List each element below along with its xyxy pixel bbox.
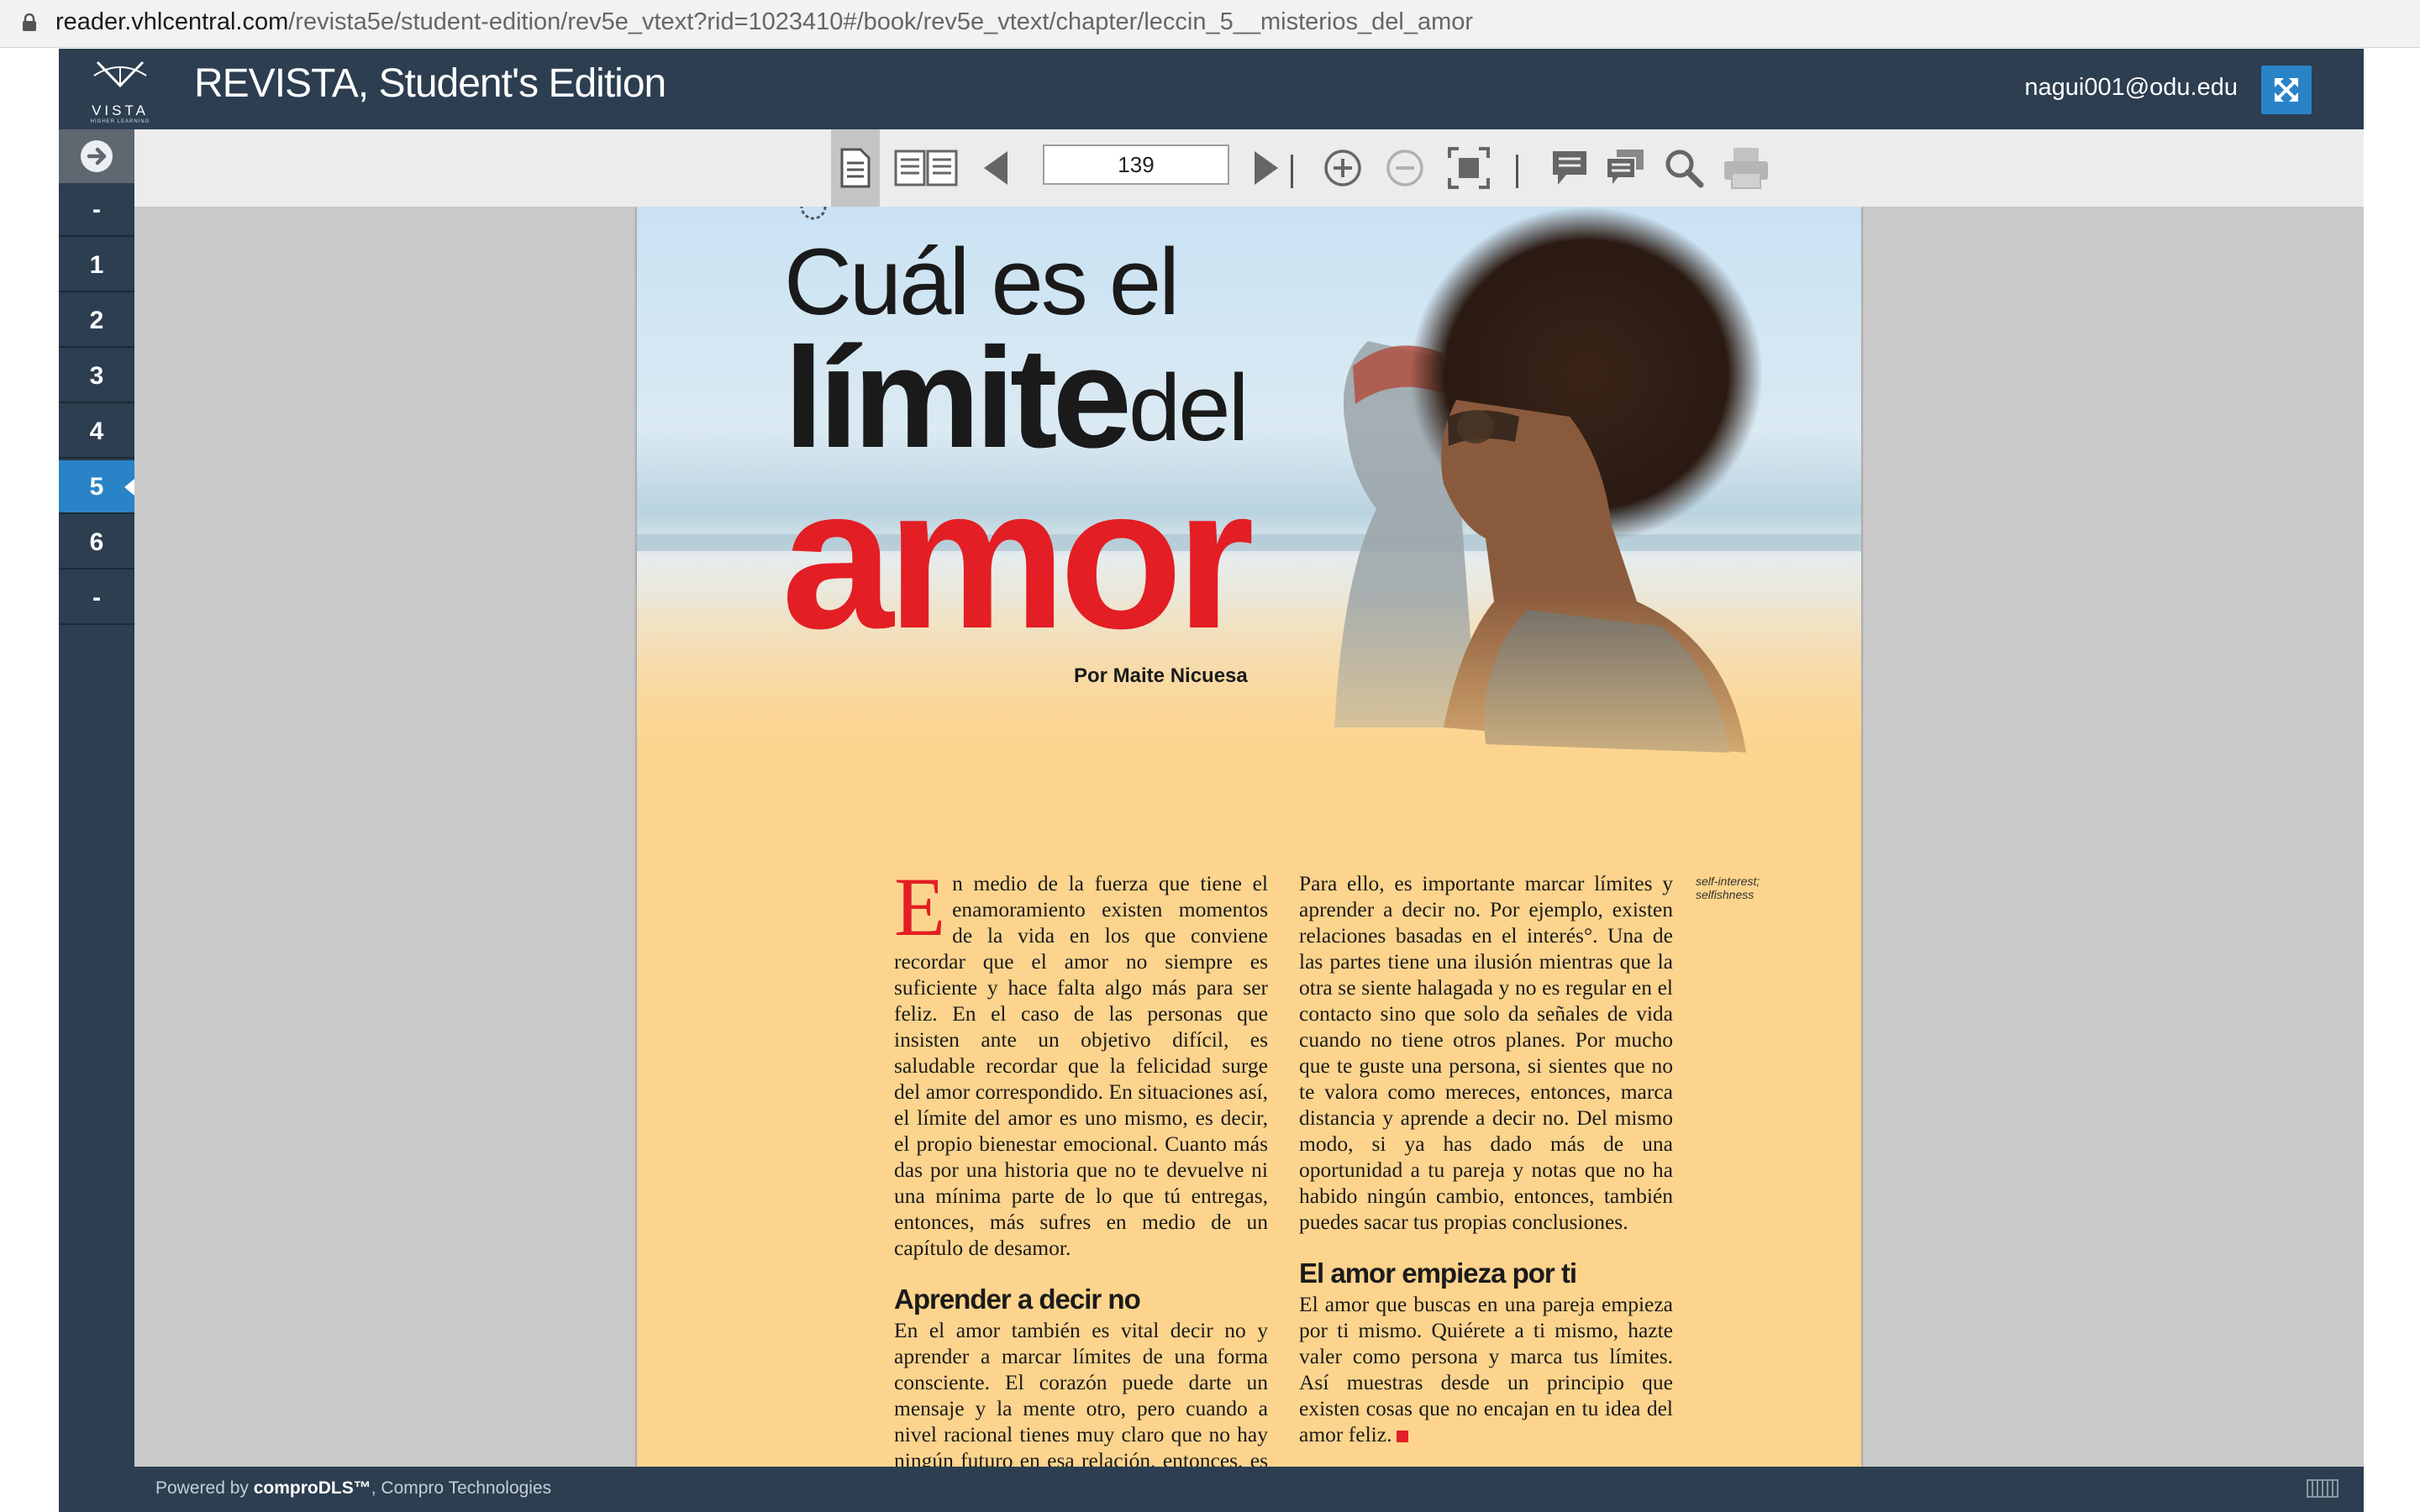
zoom-in-icon [1324,150,1361,186]
glossary-note: self-interest; selfishness [1696,874,1760,901]
article-column-1: En medio de la fuerza que tiene el enamo… [894,860,1268,1467]
logo-tagline: HIGHER LEARNING [90,119,150,124]
url-path: /revista5e/student-edition/rev5e_vtext?r… [288,8,1474,35]
paragraph: Para ello, es importante marcar límites … [1299,871,1673,1234]
powered-prefix: Powered by [155,1478,254,1498]
print-button[interactable] [1719,129,1773,207]
prev-page-icon [984,151,1007,185]
app-header: VISTA HIGHER LEARNING REVISTA, Student's… [59,49,2364,129]
chapter-item-1[interactable]: 1 [59,239,134,292]
toolbar-separator [1291,155,1293,188]
section-heading: Aprender a decir no [894,1284,1141,1315]
arrow-right-circle-icon [81,140,113,172]
notes-list-icon [1606,150,1644,188]
previous-page-button[interactable] [975,129,1017,207]
double-page-icon [894,150,958,186]
fullscreen-icon [2275,78,2298,102]
app-title: REVISTA, Student's Edition [194,61,666,106]
powered-suffix: , Compro Technologies [371,1478,552,1498]
vista-logo[interactable]: VISTA HIGHER LEARNING [82,55,158,126]
note-icon [1553,151,1586,185]
glossary-line: self-interest; [1696,874,1760,888]
decorative-sun-icon [800,207,827,220]
print-icon [1724,148,1768,189]
vista-logo-mark [93,60,147,88]
chapter-item-4[interactable]: 4 [59,405,134,459]
chapter-item-3[interactable]: 3 [59,349,134,403]
chapter-sidebar: - 1 2 3 4 5 6 - [59,129,134,1512]
next-page-icon [1255,151,1278,185]
paragraph: El amor que buscas en una pareja empieza… [1299,1291,1673,1447]
page-viewer[interactable]: Cuál es el límite del amor Por Maite Nic… [134,207,2364,1467]
paragraph: En el amor también es vital decir no y a… [894,1318,1268,1467]
single-page-view-button[interactable] [831,129,880,207]
reader-app: VISTA HIGHER LEARNING REVISTA, Student's… [59,49,2364,1512]
single-page-icon [840,148,871,188]
reader-toolbar [134,129,2364,207]
end-mark [1397,1431,1409,1443]
zoom-out-icon [1386,150,1423,186]
glossary-line: selfishness [1696,888,1754,901]
drop-cap: E [894,860,946,953]
search-icon [1665,150,1704,188]
book-page: Cuál es el límite del amor Por Maite Nic… [637,207,1861,1467]
fullscreen-button[interactable] [2261,66,2312,114]
page-number-input[interactable] [1043,144,1229,185]
book-icon[interactable] [2307,1478,2338,1499]
url-host: reader.vhlcentral.com [55,8,289,35]
zoom-out-button[interactable] [1381,129,1428,207]
url-text[interactable]: reader.vhlcentral.com/revista5e/student-… [55,8,1473,36]
powered-by-text: Powered by comproDLS™, Compro Technologi… [155,1478,551,1499]
paragraph-text: El amor que buscas en una pareja empieza… [1299,1292,1673,1446]
search-button[interactable] [1660,129,1707,207]
double-page-view-button[interactable] [891,129,961,207]
chapter-item-6[interactable]: 6 [59,516,134,570]
chapter-item-prev[interactable]: - [59,183,134,237]
chapter-item-5[interactable]: 5 [59,460,134,514]
article-column-2: Para ello, es importante marcar límites … [1299,870,1673,1447]
browser-address-bar[interactable]: reader.vhlcentral.com/revista5e/student-… [0,0,2420,48]
fit-page-icon [1448,147,1490,189]
article-byline: Por Maite Nicuesa [1074,664,1248,687]
next-page-button[interactable] [1245,129,1287,207]
user-email[interactable]: nagui001@odu.edu [2024,74,2238,102]
sidebar-toggle-button[interactable] [59,129,134,183]
paragraph: n medio de la fuerza que tiene el enamor… [894,871,1268,1260]
add-note-button[interactable] [1546,129,1593,207]
notes-list-button[interactable] [1602,129,1649,207]
lock-icon [23,13,36,31]
chapter-item-2[interactable]: 2 [59,294,134,348]
app-footer: Powered by comproDLS™, Compro Technologi… [59,1467,2364,1512]
section-heading: El amor empieza por ti [1299,1257,1577,1289]
logo-word: VISTA [92,102,149,118]
zoom-in-button[interactable] [1319,129,1366,207]
article-title-line-3: amor [781,445,1255,670]
chapter-item-next[interactable]: - [59,571,134,625]
toolbar-separator [1516,155,1518,188]
fit-page-button[interactable] [1444,129,1494,207]
powered-brand: comproDLS™ [253,1478,371,1498]
